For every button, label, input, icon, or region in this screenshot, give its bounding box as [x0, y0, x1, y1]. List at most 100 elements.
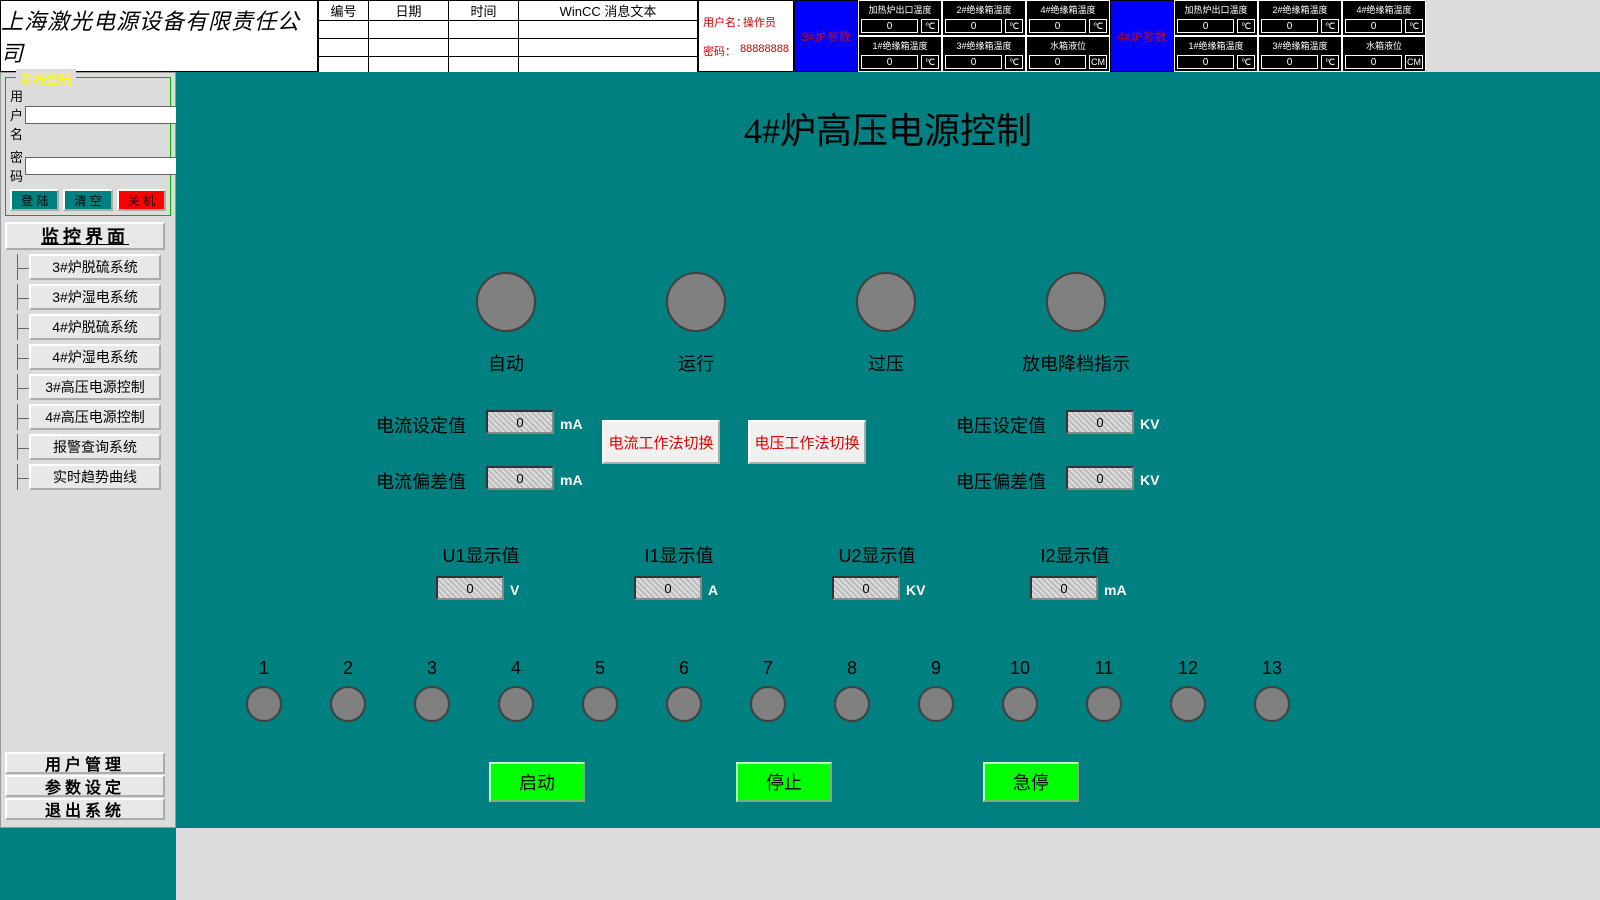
- channel-lamp: [330, 686, 366, 722]
- field-voltage-dev[interactable]: 0: [1066, 466, 1134, 490]
- readout-cell: 4#绝缘箱温度0℃: [1342, 0, 1426, 36]
- nav-bottom-item[interactable]: 退出系统: [5, 798, 165, 820]
- label-current-dev: 电流偏差值: [376, 468, 466, 494]
- channel-lamp: [498, 686, 534, 722]
- user-label: 用户名：: [703, 14, 743, 30]
- login-user-input[interactable]: [25, 106, 186, 124]
- display-value: 0: [832, 576, 900, 600]
- top-bar: 上海激光电源设备有限责任公司 编号 日期 时间 WinCC 消息文本 用户名： …: [0, 0, 1600, 72]
- readout-label: 3#绝缘箱温度: [1272, 39, 1327, 52]
- channel-index: 8: [842, 658, 862, 679]
- field-current-set[interactable]: 0: [486, 410, 554, 434]
- readout-unit: ℃: [1321, 55, 1339, 69]
- nav-item[interactable]: 3#炉湿电系统: [29, 284, 161, 310]
- nav-item[interactable]: 4#高压电源控制: [29, 404, 161, 430]
- readout-unit: ℃: [1321, 19, 1339, 33]
- readout-value: 0: [861, 55, 918, 69]
- readout-label: 水箱液位: [1050, 39, 1086, 52]
- params-title[interactable]: 4#炉参数: [1110, 0, 1174, 72]
- alarm-table: 编号 日期 时间 WinCC 消息文本: [318, 0, 698, 75]
- nav-item[interactable]: 实时趋势曲线: [29, 464, 161, 490]
- readout-value: 0: [945, 19, 1002, 33]
- readout-cell: 3#绝缘箱温度 0℃: [1258, 36, 1342, 72]
- unit-current-set: mA: [560, 416, 583, 432]
- display-value: 0: [634, 576, 702, 600]
- readout-value: 0: [1261, 55, 1318, 69]
- login-pass-input[interactable]: [25, 157, 186, 175]
- readout-cell: 水箱液位 0CM: [1026, 36, 1110, 72]
- nav-bottom-item[interactable]: 用户管理: [5, 752, 165, 774]
- display-unit: V: [510, 582, 519, 598]
- display-value: 0: [1030, 576, 1098, 600]
- mode-current-button[interactable]: 电流工作法切换: [602, 420, 720, 464]
- nav-item[interactable]: 4#炉脱硫系统: [29, 314, 161, 340]
- channel-index: 1: [254, 658, 274, 679]
- channel-index: 2: [338, 658, 358, 679]
- channel-index: 3: [422, 658, 442, 679]
- readout-label: 4#绝缘箱温度: [1356, 3, 1411, 16]
- shutdown-button[interactable]: 关 机: [117, 189, 166, 211]
- readout-value: 0: [1345, 55, 1402, 69]
- channel-lamp: [1170, 686, 1206, 722]
- display-value: 0: [436, 576, 504, 600]
- nav-item[interactable]: 报警查询系统: [29, 434, 161, 460]
- readout-unit: CM: [1405, 55, 1423, 69]
- clear-button[interactable]: 清 空: [63, 189, 112, 211]
- stop-button[interactable]: 停止: [736, 762, 832, 802]
- readout-cell: 2#绝缘箱温度0℃: [942, 0, 1026, 36]
- alarm-col-time: 时间: [449, 1, 519, 21]
- readout-cell: 1#绝缘箱温度0℃: [1174, 36, 1258, 72]
- display-label: I1显示值: [604, 542, 754, 568]
- status-lamp-label: 运行: [616, 350, 776, 376]
- channel-lamp: [834, 686, 870, 722]
- channel-index: 13: [1262, 658, 1282, 679]
- label-voltage-set: 电压设定值: [956, 412, 1046, 438]
- readout-label: 2#绝缘箱温度: [956, 3, 1011, 16]
- channel-lamp: [1002, 686, 1038, 722]
- channel-index: 4: [506, 658, 526, 679]
- readout-value: 0: [945, 55, 1002, 69]
- channel-index: 6: [674, 658, 694, 679]
- channel-lamp: [750, 686, 786, 722]
- channel-index: 7: [758, 658, 778, 679]
- status-lamp: [476, 272, 536, 332]
- params-block-3: 3#炉参数加热炉出口温度0℃2#绝缘箱温度0℃4#绝缘箱温度0℃1#绝缘箱温度0…: [794, 0, 1110, 72]
- readout-label: 2#绝缘箱温度: [1272, 3, 1327, 16]
- status-lamp: [1046, 272, 1106, 332]
- field-voltage-set[interactable]: 0: [1066, 410, 1134, 434]
- nav-root[interactable]: 监控界面: [5, 222, 165, 250]
- readout-cell: 1#绝缘箱温度0℃: [858, 36, 942, 72]
- unit-voltage-set: KV: [1140, 416, 1159, 432]
- params-title[interactable]: 3#炉参数: [794, 0, 858, 72]
- display-label: U1显示值: [406, 542, 556, 568]
- alarm-col-date: 日期: [369, 1, 449, 21]
- start-button[interactable]: 启动: [489, 762, 585, 802]
- estop-button[interactable]: 急停: [983, 762, 1079, 802]
- readout-unit: CM: [1089, 55, 1107, 69]
- channel-lamp: [1086, 686, 1122, 722]
- readout-value: 0: [861, 19, 918, 33]
- nav-item[interactable]: 3#炉脱硫系统: [29, 254, 161, 280]
- channel-index: 10: [1010, 658, 1030, 679]
- readout-unit: ℃: [1089, 19, 1107, 33]
- unit-current-dev: mA: [560, 472, 583, 488]
- main-area: 4#炉高压电源控制 电流设定值 0 mA 电流偏差值 0 mA 电流工作法切换 …: [176, 72, 1600, 900]
- login-legend: 系统登陆: [16, 69, 76, 88]
- display-label: U2显示值: [802, 542, 952, 568]
- status-lamp: [856, 272, 916, 332]
- readout-unit: ℃: [1237, 19, 1255, 33]
- field-current-dev[interactable]: 0: [486, 466, 554, 490]
- login-button[interactable]: 登 陆: [10, 189, 59, 211]
- display-label: I2显示值: [1000, 542, 1150, 568]
- nav-item[interactable]: 4#炉湿电系统: [29, 344, 161, 370]
- company-name: 上海激光电源设备有限责任公司: [0, 0, 318, 72]
- channel-lamp: [918, 686, 954, 722]
- readout-cell: 3#绝缘箱温度0℃: [942, 36, 1026, 72]
- nav-item[interactable]: 3#高压电源控制: [29, 374, 161, 400]
- readout-value: 0: [1029, 55, 1086, 69]
- readout-value: 0: [1177, 19, 1234, 33]
- nav-bottom-item[interactable]: 参数设定: [5, 775, 165, 797]
- mode-voltage-button[interactable]: 电压工作法切换: [748, 420, 866, 464]
- login-user-label: 用户名: [10, 86, 25, 143]
- readout-cell: 水箱液位0CM: [1342, 36, 1426, 72]
